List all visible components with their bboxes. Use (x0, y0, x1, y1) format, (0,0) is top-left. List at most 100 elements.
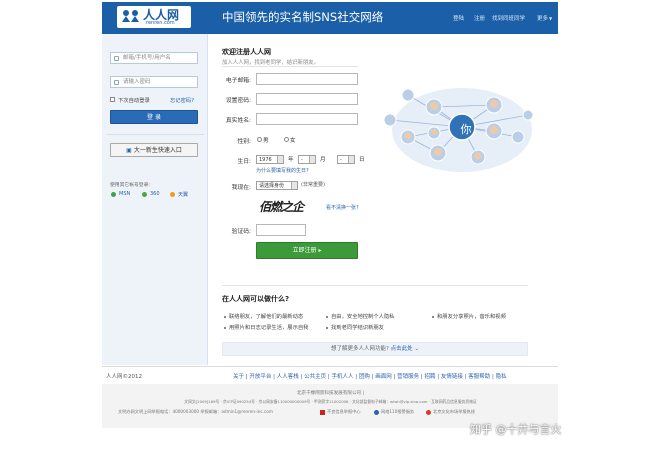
sidebar-divider (106, 134, 204, 135)
msn-login-link[interactable]: MSN (119, 191, 130, 197)
real-name-label: 真实姓名: (225, 118, 251, 124)
captcha-label: 验证码: (231, 229, 251, 235)
birthday-label: 生日: (237, 159, 251, 165)
footer-badge-culture[interactable]: 北京文化市场举报热线 (433, 409, 475, 415)
footer-badge-report[interactable]: 不良信息举报中心 (327, 409, 361, 415)
feature-item-text: 联络朋友，了解他们的最新动态 (229, 314, 304, 320)
tianyi-login-link[interactable]: 天翼 (178, 191, 188, 198)
feature-item-text: 自由，安全地控制个人隐私 (331, 314, 395, 320)
renren-logo-icon (122, 10, 139, 22)
msn-icon (111, 192, 116, 197)
captcha-refresh-link[interactable]: 看不清换一张? (326, 204, 359, 211)
footer-link-gallery[interactable]: 画面网 (375, 374, 392, 380)
learn-more-link[interactable]: 点击此处 (391, 346, 413, 352)
birthday-why-link[interactable]: 为什么要填写我的生日? (256, 167, 309, 174)
police-badge-icon (374, 410, 379, 415)
month-unit: 月 (320, 157, 326, 163)
culture-hotline-icon (426, 410, 431, 415)
status-select[interactable]: 请选择身份 (256, 181, 298, 190)
footer-badge-police[interactable]: 网络110报警服务 (381, 409, 414, 415)
footer-link-group-buy[interactable]: 团购 (359, 374, 370, 380)
freshman-quick-entry-label: 大一新生快速入口 (133, 147, 182, 154)
footer-link-help[interactable]: 客服帮助 (468, 374, 490, 380)
user-icon (114, 56, 119, 61)
form-title: 欢迎注册人人网 (222, 48, 271, 56)
remember-checkbox[interactable] (110, 97, 115, 102)
feature-item: 联络朋友，了解他们的最新动态 (224, 312, 303, 320)
birth-month-select[interactable]: - (298, 155, 316, 164)
footer-link-jobs[interactable]: 招聘 (425, 374, 436, 380)
footer-link-platform[interactable]: 开放平台 (249, 374, 271, 380)
chevron-down-icon: ⌄ (414, 346, 420, 352)
birth-day-select[interactable]: - (337, 155, 355, 164)
birth-year-select[interactable]: 1976 (256, 155, 284, 164)
graduation-cap-icon: ▣ (126, 147, 132, 154)
feature-item: 用照片和日志记录生活，展示自我 (224, 323, 308, 331)
learn-more-lead: 想了解更多人人网功能? (330, 346, 389, 352)
feature-item-text: 用照片和日志记录生活，展示自我 (229, 325, 309, 331)
features-divider (222, 285, 528, 286)
footer-divider (102, 366, 558, 367)
set-password-field[interactable] (256, 93, 358, 105)
nav-more[interactable]: 更多 (537, 14, 548, 22)
forgot-password-link[interactable]: 忘记密码? (170, 96, 194, 104)
form-subtitle: 加入人人网，找到老同学，结识新朋友。 (222, 60, 320, 66)
footer-link-friends[interactable]: 友情链接 (441, 374, 463, 380)
network-center-label: 你 (460, 123, 472, 136)
footer-links: 关于 | 开放平台 | 人人客栈 | 公共主页 | 手机人人 | 团购 | 画面… (233, 374, 507, 380)
other-accounts-label: 使用其它帐号登录: (110, 183, 150, 188)
email-input[interactable]: 邮箱/手机号/用户名 (110, 52, 198, 64)
password-label: 设置密码: (225, 98, 251, 104)
captcha-input[interactable] (256, 224, 306, 236)
feature-item-text: 和朋友分享照片，音乐和视频 (437, 314, 506, 320)
footer-company: 北京千橡网景科技发展有限公司 | (296, 391, 365, 396)
chevron-down-icon: ▼ (549, 16, 553, 21)
nav-login[interactable]: 登陆 (453, 14, 464, 22)
status-select-value: 请选择身份 (259, 183, 285, 189)
footer-link-public-pages[interactable]: 公共主页 (304, 374, 326, 380)
login-button[interactable]: 登 录 (110, 110, 198, 124)
status-label: 我现在: (231, 185, 251, 191)
footer-link-privacy[interactable]: 隐私 (496, 374, 507, 380)
birth-day-value: - (340, 157, 342, 163)
header-slogan: 中国领先的实名制SNS社交网络 (222, 10, 384, 24)
feature-item: 自由，安全地控制个人隐私 (326, 312, 395, 320)
360-login-link[interactable]: 360 (150, 191, 160, 197)
gender-female-label: 女 (290, 138, 296, 144)
remember-label: 下次自动登录 (118, 98, 150, 104)
day-unit: 日 (359, 157, 365, 163)
birth-year-value: 1976 (259, 157, 272, 163)
register-now-button[interactable]: 立即注册 ▸ (256, 242, 358, 259)
captcha-image: 佰燃之企 (256, 196, 320, 218)
gender-male-radio[interactable] (257, 137, 262, 142)
zhihu-watermark: 知乎 @十井与言火 (470, 423, 562, 436)
footer-link-inn[interactable]: 人人客栈 (277, 374, 299, 380)
features-title: 在人人网可以做什么? (222, 295, 290, 303)
logo-domain: renren.com (146, 20, 175, 26)
year-unit: 年 (288, 157, 294, 163)
tianyi-icon (170, 192, 175, 197)
gender-female-radio[interactable] (284, 137, 289, 142)
freshman-quick-entry-button[interactable]: ▣ 大一新生快速入口 (110, 143, 198, 157)
footer-copyright: 人人网©2012 (106, 374, 142, 380)
learn-more-band: 想了解更多人人网功能? 点击此处 ⌄ (222, 342, 528, 356)
feature-item: 找到老同学结识新朋友 (326, 323, 384, 331)
footer-link-marketing[interactable]: 营销服务 (397, 374, 419, 380)
nav-find-classmates[interactable]: 找到同班同学 (492, 14, 525, 22)
footer-report-line: 文明办网文明上网举报电话：4000003000 举报邮箱：admin1@renr… (118, 409, 273, 414)
feature-item-text: 找到老同学结识新朋友 (331, 325, 384, 331)
report-center-icon (320, 410, 325, 415)
real-name-field[interactable] (256, 113, 358, 125)
email-field[interactable] (256, 73, 358, 85)
lock-icon (114, 80, 119, 85)
birth-month-value: - (301, 157, 303, 163)
nav-register[interactable]: 注册 (474, 14, 485, 22)
360-icon (142, 192, 147, 197)
email-label: 电子邮箱: (225, 78, 251, 84)
password-input[interactable]: 请输入密码 (110, 76, 198, 88)
footer-link-about[interactable]: 关于 (233, 374, 244, 380)
footer-license-line: 文网文[2009]169号 · 京ICP证090254号 · 京公网安备1100… (184, 399, 477, 404)
form-divider (222, 66, 358, 67)
footer-link-mobile[interactable]: 手机人人 (332, 374, 354, 380)
feature-item: 和朋友分享照片，音乐和视频 (432, 312, 506, 320)
